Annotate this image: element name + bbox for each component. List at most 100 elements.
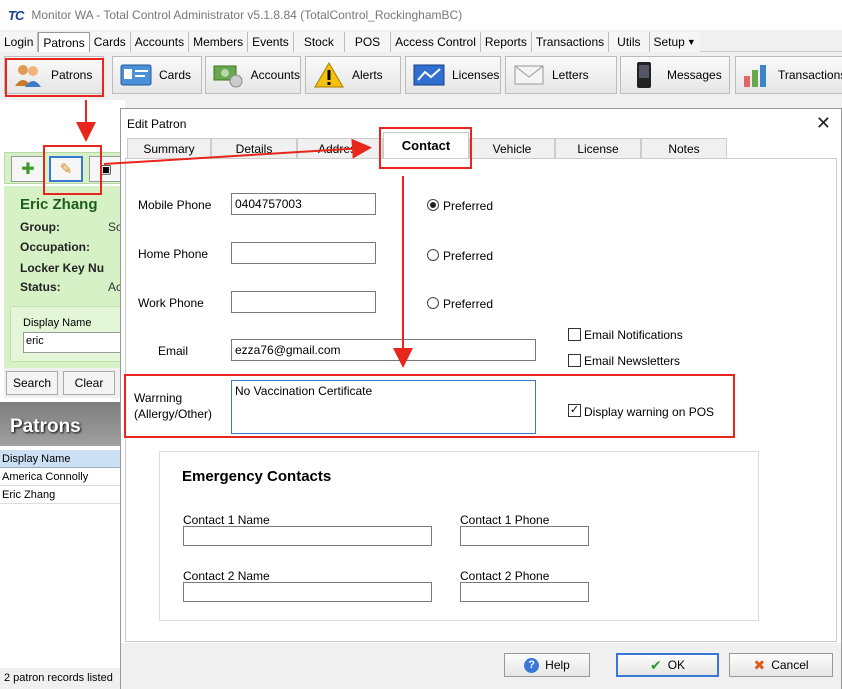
toolbar-alerts-button[interactable]: Alerts xyxy=(305,56,401,94)
search-button[interactable]: Search xyxy=(6,371,58,395)
mobile-preferred-radio[interactable] xyxy=(427,199,439,211)
email-notifications-label: Email Notifications xyxy=(584,328,683,342)
chevron-down-icon: ▼ xyxy=(686,37,696,47)
ok-label: OK xyxy=(667,658,686,672)
menu-members[interactable]: Members xyxy=(189,32,249,52)
menu-login[interactable]: Login xyxy=(0,32,39,52)
id-card-icon xyxy=(119,61,153,89)
email-notifications-checkbox[interactable] xyxy=(568,328,581,341)
patron-name: Eric Zhang xyxy=(20,196,98,213)
contact1-name-input[interactable] xyxy=(183,526,432,546)
photo-icon: ▣ xyxy=(100,162,112,176)
cancel-x-icon: ✖ xyxy=(753,656,766,673)
main-toolbar: Patrons Cards Accounts Alerts Licenses L… xyxy=(0,54,842,98)
mobile-preferred-label: Preferred xyxy=(443,199,494,213)
toolbar-transactions-label: Transactions xyxy=(778,68,842,82)
contact1-phone-label: Contact 1 Phone xyxy=(460,513,550,527)
contact1-name-label: Contact 1 Name xyxy=(183,513,270,527)
table-row[interactable]: America Connolly xyxy=(0,468,125,486)
phone-icon xyxy=(627,61,661,89)
toolbar-cards-button[interactable]: Cards xyxy=(112,56,202,94)
email-input[interactable]: ezza76@gmail.com xyxy=(231,339,536,361)
work-phone-label: Work Phone xyxy=(138,296,204,310)
menu-patrons[interactable]: Patrons xyxy=(38,32,90,52)
contact1-phone-input[interactable] xyxy=(460,526,589,546)
toolbar-messages-button[interactable]: Messages xyxy=(620,56,730,94)
tab-details[interactable]: Details xyxy=(211,138,297,159)
patrons-list-header: Patrons xyxy=(0,402,125,446)
work-preferred-radio[interactable] xyxy=(427,297,439,309)
dialog-footer: ? Help ✔ OK ✖ Cancel xyxy=(121,643,841,689)
menu-pos[interactable]: POS xyxy=(344,32,392,52)
menu-accounts[interactable]: Accounts xyxy=(130,32,190,52)
display-name-label: Display Name xyxy=(23,317,92,329)
toolbar-licenses-label: Licenses xyxy=(452,68,500,82)
menu-stock[interactable]: Stock xyxy=(293,32,345,52)
display-name-input[interactable]: eric xyxy=(23,332,126,353)
checkmark-icon: ✔ xyxy=(649,656,662,673)
emergency-contacts-title: Emergency Contacts xyxy=(182,468,332,485)
tab-vehicle[interactable]: Vehicle xyxy=(469,138,555,159)
menu-transactions[interactable]: Transactions xyxy=(531,32,610,52)
toolbar-licenses-button[interactable]: Licenses xyxy=(405,56,501,94)
column-header-display-name[interactable]: Display Name xyxy=(0,450,125,468)
mobile-phone-label: Mobile Phone xyxy=(138,198,212,212)
menu-access-control[interactable]: Access Control xyxy=(391,32,481,52)
toolbar-alerts-label: Alerts xyxy=(352,68,383,82)
menu-setup-label: Setup xyxy=(653,35,685,49)
window-title: Monitor WA - Total Control Administrator… xyxy=(31,8,463,22)
toolbar-letters-label: Letters xyxy=(552,68,589,82)
menu-cards[interactable]: Cards xyxy=(89,32,131,52)
toolbar-letters-button[interactable]: Letters xyxy=(505,56,617,94)
emergency-contacts-group: Emergency Contacts Contact 1 Name Contac… xyxy=(159,451,759,621)
help-button[interactable]: ? Help xyxy=(504,653,590,677)
status-label: Status: xyxy=(20,280,61,294)
add-patron-button[interactable]: ✚ xyxy=(11,156,45,182)
toolbar-accounts-button[interactable]: Accounts xyxy=(205,56,301,94)
locker-key-label: Locker Key Nu xyxy=(20,261,105,275)
ok-button[interactable]: ✔ OK xyxy=(616,653,719,677)
money-icon xyxy=(212,61,245,89)
home-phone-label: Home Phone xyxy=(138,247,209,261)
patron-summary: Eric Zhang Group: So Occupation: Locker … xyxy=(4,186,126,368)
menu-setup[interactable]: Setup ▼ xyxy=(649,32,700,52)
cancel-label: Cancel xyxy=(771,658,809,672)
license-icon xyxy=(412,61,446,89)
plus-icon: ✚ xyxy=(21,161,35,178)
home-phone-input[interactable] xyxy=(231,242,376,264)
contact2-name-input[interactable] xyxy=(183,582,432,602)
clear-button[interactable]: Clear xyxy=(63,371,115,395)
toolbar-transactions-button[interactable]: Transactions xyxy=(735,56,842,94)
menu-events[interactable]: Events xyxy=(248,32,294,52)
tab-license[interactable]: License xyxy=(555,138,641,159)
tab-notes[interactable]: Notes xyxy=(641,138,727,159)
help-icon: ? xyxy=(524,657,540,673)
display-name-group: Display Name eric xyxy=(10,306,126,362)
dialog-title: Edit Patron xyxy=(127,117,187,131)
work-preferred-label: Preferred xyxy=(443,297,494,311)
menu-utils[interactable]: Utils xyxy=(609,32,650,52)
help-label: Help xyxy=(545,658,570,672)
menu-bar: Login Patrons Cards Accounts Members Eve… xyxy=(0,32,842,52)
bar-chart-icon xyxy=(742,61,772,89)
envelope-icon xyxy=(512,61,546,89)
contact2-phone-label: Contact 2 Phone xyxy=(460,569,550,583)
toolbar-messages-label: Messages xyxy=(667,68,722,82)
home-preferred-label: Preferred xyxy=(443,249,494,263)
table-row[interactable]: Eric Zhang xyxy=(0,486,125,504)
email-newsletters-label: Email Newsletters xyxy=(584,354,681,368)
annotation-box-edit xyxy=(43,145,102,195)
home-preferred-radio[interactable] xyxy=(427,249,439,261)
menu-reports[interactable]: Reports xyxy=(480,32,532,52)
toolbar-accounts-label: Accounts xyxy=(250,68,300,82)
close-icon[interactable]: ✕ xyxy=(816,113,831,134)
mobile-phone-input[interactable]: 0404757003 xyxy=(231,193,376,215)
work-phone-input[interactable] xyxy=(231,291,376,313)
contact2-name-label: Contact 2 Name xyxy=(183,569,270,583)
tab-summary[interactable]: Summary xyxy=(127,138,211,159)
contact2-phone-input[interactable] xyxy=(460,582,589,602)
annotation-box-warning xyxy=(124,374,735,438)
tab-address[interactable]: Address xyxy=(297,138,383,159)
cancel-button[interactable]: ✖ Cancel xyxy=(729,653,833,677)
email-newsletters-checkbox[interactable] xyxy=(568,354,581,367)
